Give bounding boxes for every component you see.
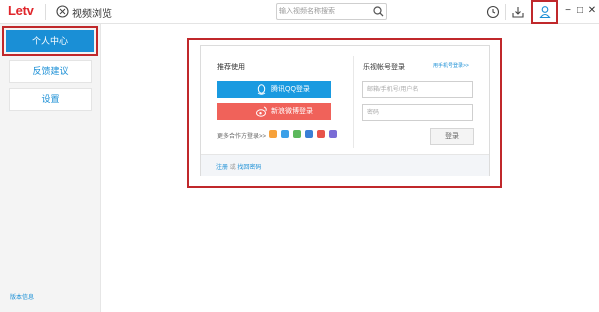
version-info-link[interactable]: 版本信息	[10, 292, 34, 301]
login-footer: 注册 或 找回密码	[201, 154, 489, 176]
user-center-button[interactable]	[531, 0, 558, 24]
password-input[interactable]	[363, 105, 472, 120]
sidebar: 个人中心 反馈建议 设置	[0, 24, 101, 312]
weibo-login-button[interactable]: 新浪微博登录	[217, 103, 331, 120]
weibo-icon	[256, 106, 267, 117]
maximize-button[interactable]: □	[575, 5, 585, 17]
partner-baidu-icon[interactable]	[281, 130, 289, 138]
user-icon	[539, 6, 551, 19]
qq-login-button[interactable]: 腾讯QQ登录	[217, 81, 331, 98]
qq-icon	[257, 84, 266, 95]
history-icon[interactable]	[484, 3, 502, 21]
password-field[interactable]	[362, 104, 473, 121]
partner-360-icon[interactable]	[293, 130, 301, 138]
recommend-title: 推荐使用	[217, 64, 245, 71]
forgot-password-link[interactable]: 找回密码	[237, 165, 261, 171]
sidebar-item-user-center[interactable]: 个人中心	[2, 26, 98, 56]
partner-taobao-icon[interactable]	[269, 130, 277, 138]
qq-login-label: 腾讯QQ登录	[271, 86, 310, 93]
divider	[505, 4, 506, 20]
search-input[interactable]	[279, 5, 367, 18]
footer-links: 注册 或 找回密码	[216, 162, 261, 171]
sidebar-item-feedback[interactable]: 反馈建议	[9, 60, 92, 83]
minimize-button[interactable]: −	[563, 5, 573, 17]
letv-logo[interactable]: Letv	[8, 3, 34, 18]
divider	[45, 4, 46, 20]
partner-netease-icon[interactable]	[317, 130, 325, 138]
search-icon[interactable]	[373, 6, 384, 17]
video-browse-icon[interactable]	[56, 5, 69, 18]
sidebar-item-label: 个人中心	[6, 30, 94, 52]
partners-label: 更多合作方登录>>	[217, 134, 267, 140]
register-link[interactable]: 注册	[216, 165, 228, 171]
partner-renren-icon[interactable]	[305, 130, 313, 138]
download-icon[interactable]	[509, 3, 527, 21]
divider	[353, 56, 354, 148]
or-text: 或	[229, 165, 236, 171]
title-bar: Letv 视频浏览 − □ ✕	[0, 0, 599, 24]
video-browse-tab[interactable]: 视频浏览	[72, 5, 112, 20]
account-field[interactable]	[362, 81, 473, 98]
close-button[interactable]: ✕	[587, 5, 597, 17]
search-box[interactable]	[276, 3, 387, 20]
partner-douban-icon[interactable]	[329, 130, 337, 138]
phone-login-link[interactable]: 用手机号登录>>	[433, 62, 469, 69]
login-panel: 推荐使用 腾讯QQ登录 新浪微博登录 更多合作方登录>> 乐视帐号登录 用手机号…	[200, 45, 490, 176]
account-login-title: 乐视帐号登录	[363, 64, 405, 71]
login-button[interactable]: 登录	[430, 128, 474, 145]
weibo-login-label: 新浪微博登录	[271, 108, 313, 115]
sidebar-item-settings[interactable]: 设置	[9, 88, 92, 111]
account-input[interactable]	[363, 82, 472, 97]
